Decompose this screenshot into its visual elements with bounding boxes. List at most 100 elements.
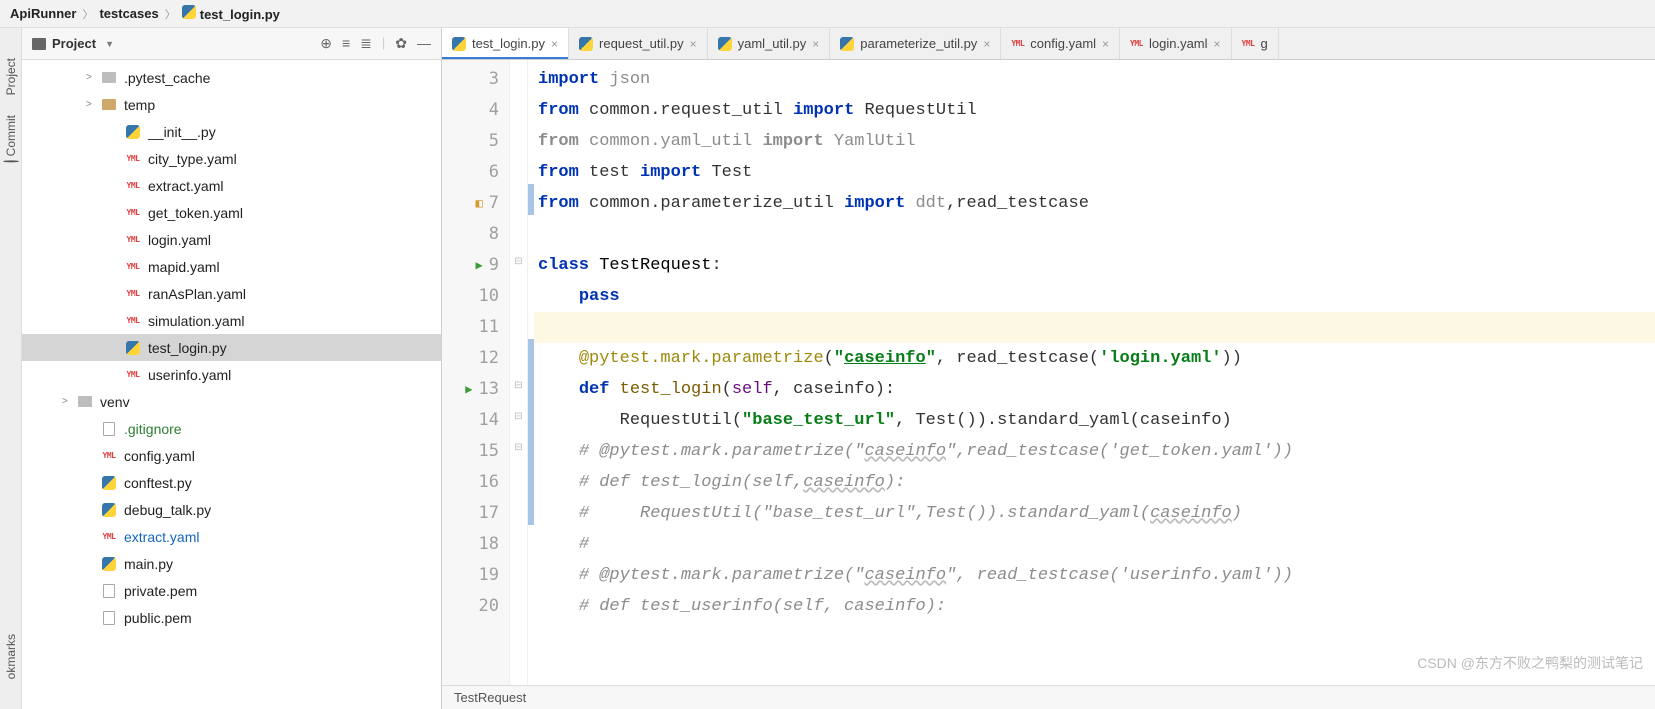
tree-item[interactable]: __init__.py — [22, 118, 441, 145]
collapse-all-icon[interactable]: ≣ — [360, 35, 372, 52]
line-number[interactable]: 4 — [442, 95, 509, 126]
code-line[interactable]: from common.parameterize_util import ddt… — [534, 188, 1655, 219]
line-number[interactable]: 17 — [442, 498, 509, 529]
chevron-down-icon[interactable]: ▼ — [105, 39, 114, 49]
fold-handle[interactable] — [510, 184, 527, 215]
fold-handle[interactable] — [510, 463, 527, 494]
code-editor[interactable]: import jsonfrom common.request_util impo… — [534, 60, 1655, 685]
chevron-icon[interactable]: > — [86, 72, 100, 83]
editor-tab[interactable]: test_login.py× — [442, 28, 569, 59]
line-number[interactable]: 11 — [442, 312, 509, 343]
editor-tab[interactable]: YMLconfig.yaml× — [1001, 28, 1120, 59]
tree-item[interactable]: public.pem — [22, 604, 441, 631]
fold-handle[interactable] — [510, 556, 527, 587]
tree-item[interactable]: >temp — [22, 91, 441, 118]
close-icon[interactable]: × — [690, 37, 697, 51]
line-number[interactable]: 5 — [442, 126, 509, 157]
fold-handle[interactable] — [510, 339, 527, 370]
fold-handle[interactable] — [510, 122, 527, 153]
fold-handle[interactable] — [510, 153, 527, 184]
expand-all-icon[interactable]: ≡ — [342, 35, 350, 52]
fold-handle[interactable] — [510, 277, 527, 308]
tree-item[interactable]: YMLget_token.yaml — [22, 199, 441, 226]
line-number[interactable]: 12 — [442, 343, 509, 374]
code-line[interactable]: # RequestUtil("base_test_url",Test()).st… — [534, 498, 1655, 529]
line-gutter[interactable]: 3456◧78▶9101112▶1314151617181920 — [442, 60, 510, 685]
tree-item[interactable]: YMLextract.yaml — [22, 523, 441, 550]
code-line[interactable]: import json — [534, 64, 1655, 95]
close-icon[interactable]: × — [812, 37, 819, 51]
run-icon[interactable]: ▶ — [465, 374, 472, 405]
run-icon[interactable]: ▶ — [476, 250, 483, 281]
tree-item[interactable]: private.pem — [22, 577, 441, 604]
line-number[interactable]: ◧7 — [442, 188, 509, 219]
code-line[interactable]: RequestUtil("base_test_url", Test()).sta… — [534, 405, 1655, 436]
line-number[interactable]: 8 — [442, 219, 509, 250]
side-tab-commit[interactable]: Commit — [4, 105, 18, 172]
chevron-icon[interactable]: > — [86, 99, 100, 110]
code-line[interactable]: @pytest.mark.parametrize("caseinfo", rea… — [534, 343, 1655, 374]
close-icon[interactable]: × — [1102, 37, 1109, 51]
fold-handle[interactable] — [510, 587, 527, 618]
tree-item[interactable]: YMLmapid.yaml — [22, 253, 441, 280]
fold-column[interactable]: ⊟⊟⊟⊟ — [510, 60, 528, 685]
breadcrumb-item[interactable]: testcases — [99, 6, 158, 21]
tree-item[interactable]: debug_talk.py — [22, 496, 441, 523]
fold-handle[interactable]: ⊟ — [510, 401, 527, 432]
code-line[interactable]: # — [534, 529, 1655, 560]
tree-item[interactable]: YMLconfig.yaml — [22, 442, 441, 469]
hide-icon[interactable]: — — [417, 35, 431, 52]
line-number[interactable]: 6 — [442, 157, 509, 188]
editor-tab[interactable]: YMLlogin.yaml× — [1120, 28, 1232, 59]
tree-item[interactable]: YMLranAsPlan.yaml — [22, 280, 441, 307]
line-number[interactable]: ▶9 — [442, 250, 509, 281]
chevron-icon[interactable]: > — [62, 396, 76, 407]
tree-item[interactable]: YMLlogin.yaml — [22, 226, 441, 253]
editor-tab[interactable]: yaml_util.py× — [708, 28, 831, 59]
code-line[interactable]: # @pytest.mark.parametrize("caseinfo",re… — [534, 436, 1655, 467]
tree-item[interactable]: >.pytest_cache — [22, 64, 441, 91]
side-tab-bookmarks[interactable]: okmarks — [4, 624, 18, 689]
tree-item[interactable]: YMLextract.yaml — [22, 172, 441, 199]
tree-item[interactable]: YMLsimulation.yaml — [22, 307, 441, 334]
code-line[interactable]: # def test_login(self,caseinfo): — [534, 467, 1655, 498]
tree-item[interactable]: >venv — [22, 388, 441, 415]
side-tab-project[interactable]: Project — [4, 48, 18, 105]
code-line[interactable]: pass — [534, 281, 1655, 312]
line-number[interactable]: 20 — [442, 591, 509, 622]
editor-tab[interactable]: parameterize_util.py× — [830, 28, 1001, 59]
fold-handle[interactable] — [510, 215, 527, 246]
line-number[interactable]: 10 — [442, 281, 509, 312]
code-line[interactable] — [534, 312, 1655, 343]
settings-icon[interactable]: ✿ — [395, 35, 407, 52]
code-line[interactable]: # def test_userinfo(self, caseinfo): — [534, 591, 1655, 622]
code-line[interactable]: def test_login(self, caseinfo): — [534, 374, 1655, 405]
breadcrumb-context[interactable]: TestRequest — [454, 690, 526, 705]
tree-item[interactable]: main.py — [22, 550, 441, 577]
code-line[interactable]: from test import Test — [534, 157, 1655, 188]
fold-handle[interactable]: ⊟ — [510, 246, 527, 277]
close-icon[interactable]: × — [551, 37, 558, 51]
fold-handle[interactable] — [510, 308, 527, 339]
breadcrumb-item[interactable]: ApiRunner — [10, 6, 76, 21]
fold-handle[interactable] — [510, 91, 527, 122]
code-line[interactable] — [534, 219, 1655, 250]
editor-tab[interactable]: YMLg — [1232, 28, 1279, 59]
project-tree[interactable]: >.pytest_cache>temp__init__.pyYMLcity_ty… — [22, 60, 441, 709]
bookmark-icon[interactable]: ◧ — [476, 188, 483, 219]
code-line[interactable]: from common.request_util import RequestU… — [534, 95, 1655, 126]
line-number[interactable]: 14 — [442, 405, 509, 436]
tree-item[interactable]: conftest.py — [22, 469, 441, 496]
line-number[interactable]: 3 — [442, 64, 509, 95]
fold-handle[interactable] — [510, 494, 527, 525]
line-number[interactable]: ▶13 — [442, 374, 509, 405]
line-number[interactable]: 16 — [442, 467, 509, 498]
select-opened-file-icon[interactable]: ⊕ — [320, 35, 332, 52]
code-line[interactable]: class TestRequest: — [534, 250, 1655, 281]
breadcrumb-item[interactable]: test_login.py — [182, 5, 280, 22]
fold-handle[interactable] — [510, 60, 527, 91]
close-icon[interactable]: × — [983, 37, 990, 51]
tree-item[interactable]: .gitignore — [22, 415, 441, 442]
tree-item[interactable]: YMLuserinfo.yaml — [22, 361, 441, 388]
fold-handle[interactable] — [510, 525, 527, 556]
